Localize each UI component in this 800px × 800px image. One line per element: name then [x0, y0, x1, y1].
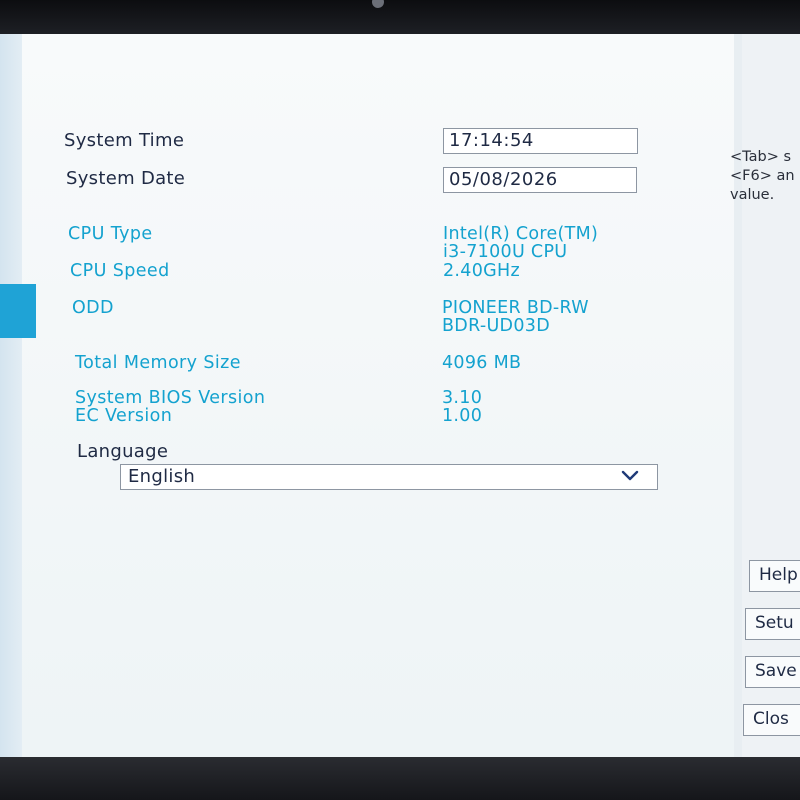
cpu-type-label: CPU Type: [68, 224, 153, 244]
bottom-bezel: [0, 757, 800, 800]
language-select[interactable]: English: [120, 464, 658, 490]
system-time-field[interactable]: 17:14:54: [443, 128, 638, 154]
language-label: Language: [77, 441, 169, 462]
odd-label: ODD: [72, 298, 114, 318]
bios-screen: System Time 17:14:54 System Date 05/08/2…: [0, 34, 800, 757]
cpu-speed-value: 2.40GHz: [443, 261, 520, 281]
cpu-speed-label: CPU Speed: [70, 261, 170, 281]
total-memory-label: Total Memory Size: [75, 353, 241, 373]
cpu-type-value-line2: i3-7100U CPU: [443, 242, 568, 262]
help-text-line1: <Tab> s: [730, 149, 792, 165]
odd-value-line2: BDR-UD03D: [442, 316, 550, 336]
right-help-panel-inner: [742, 34, 800, 757]
help-text: <Tab> s <F6> an value.: [730, 148, 795, 205]
right-help-panel: [734, 34, 800, 757]
system-bios-version-label: System BIOS Version: [75, 388, 266, 408]
left-nav-selected-tab[interactable]: [0, 284, 36, 338]
webcam-dot: [372, 0, 384, 8]
total-memory-value: 4096 MB: [442, 353, 522, 373]
help-text-line2: <F6> an: [730, 168, 795, 184]
system-time-label: System Time: [64, 130, 185, 151]
system-date-label: System Date: [66, 168, 186, 189]
language-selected-value: English: [128, 466, 196, 487]
odd-value-line1: PIONEER BD-RW: [442, 298, 589, 318]
setup-button[interactable]: Setu: [745, 608, 800, 640]
close-button[interactable]: Clos: [743, 704, 800, 736]
top-bezel: [0, 0, 800, 34]
ec-version-value: 1.00: [442, 406, 483, 426]
ec-version-label: EC Version: [75, 406, 173, 426]
save-button[interactable]: Save: [745, 656, 800, 688]
system-date-field[interactable]: 05/08/2026: [443, 167, 637, 193]
help-button[interactable]: Help: [749, 560, 800, 592]
system-bios-version-value: 3.10: [442, 388, 483, 408]
left-navigation-strip: [0, 34, 22, 757]
chevron-down-icon[interactable]: [621, 468, 639, 484]
help-text-line3: value.: [730, 187, 775, 203]
cpu-type-value-line1: Intel(R) Core(TM): [443, 224, 599, 244]
